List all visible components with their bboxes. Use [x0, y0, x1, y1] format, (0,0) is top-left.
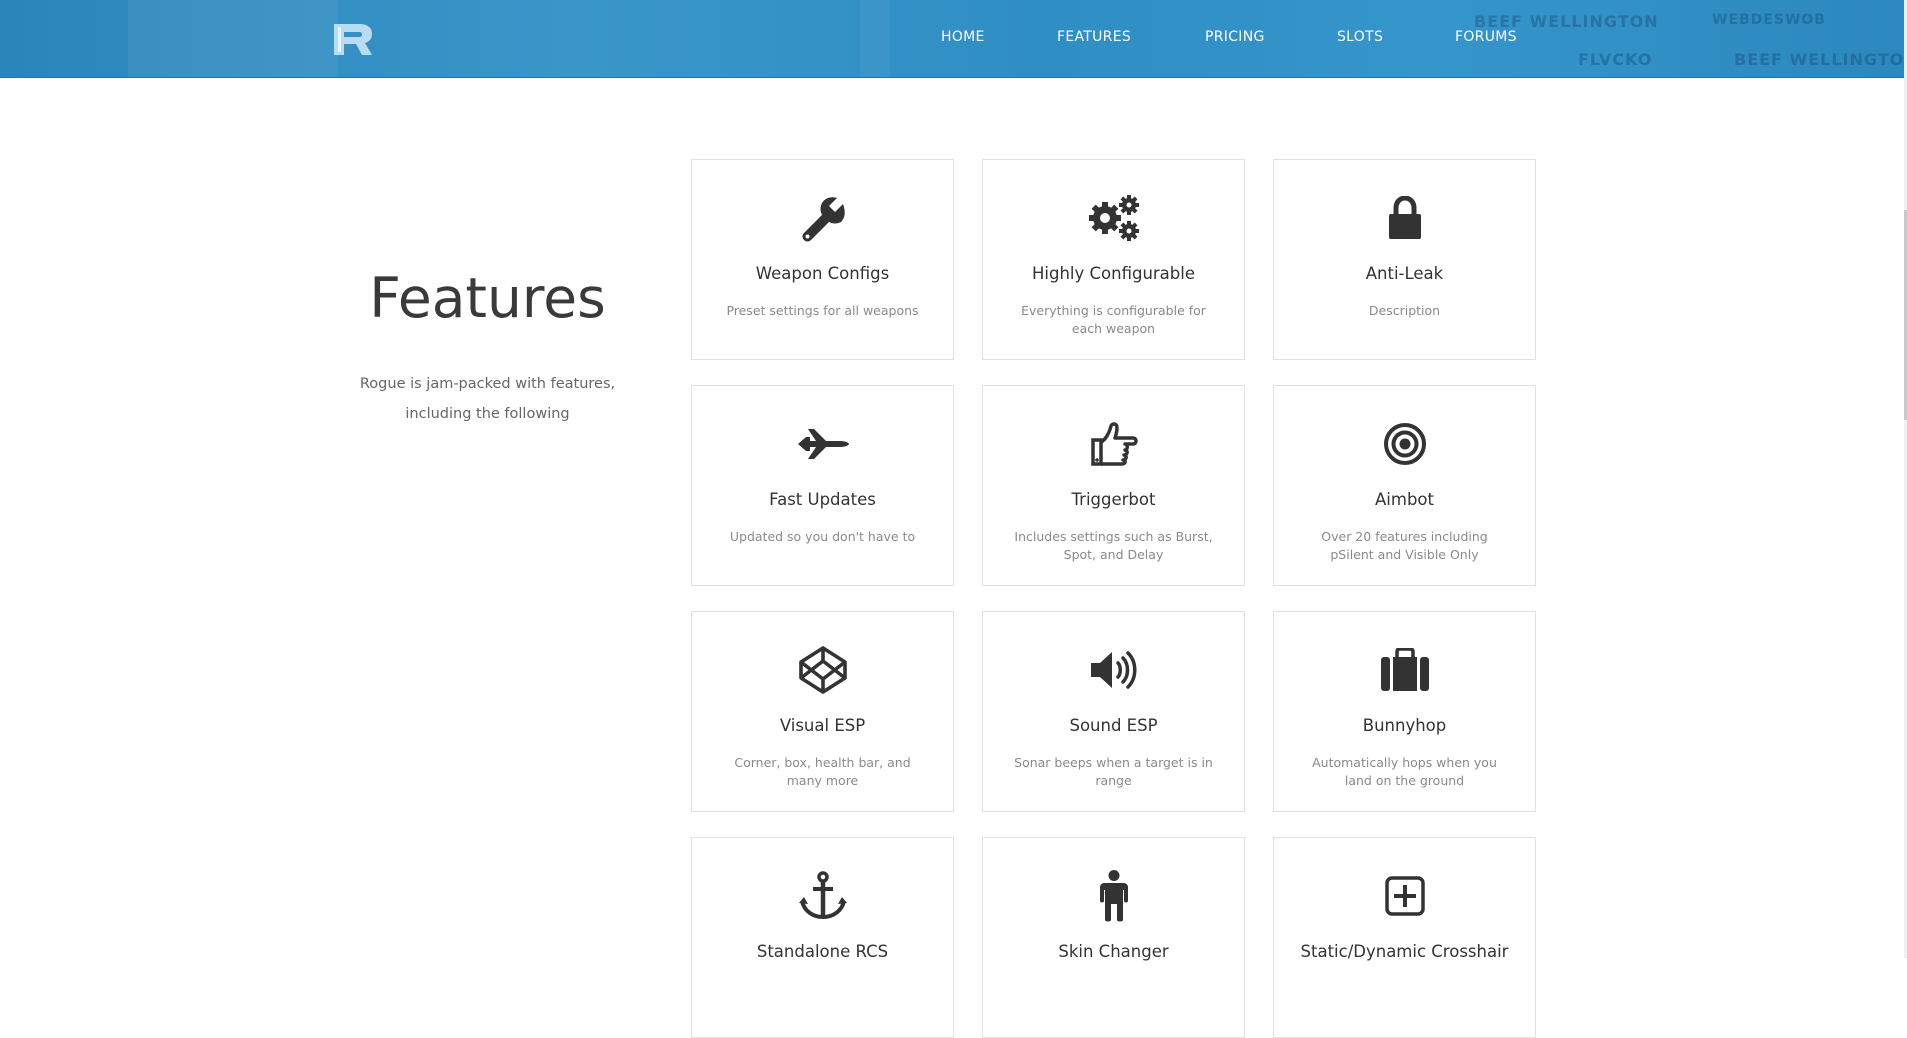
feature-description: Corner, box, health bar, and many more — [734, 755, 911, 788]
nav-menu: HOME FEATURES PRICING SLOTS FORUMS — [0, 0, 1904, 77]
nav-link-forums[interactable]: FORUMS — [1455, 29, 1517, 45]
fighter-jet-icon — [692, 418, 953, 470]
feature-description: Sonar beeps when a target is in range — [1014, 755, 1213, 788]
volume-icon — [983, 644, 1244, 696]
feature-title: Aimbot — [1375, 490, 1434, 509]
feature-card-weapon-configs: Weapon Configs Preset settings for all w… — [691, 159, 954, 360]
feature-card-visual-esp: Visual ESP Corner, box, health bar, and … — [691, 611, 954, 812]
plus-square-icon — [1274, 870, 1535, 922]
feature-description: Preset settings for all weapons — [726, 303, 919, 318]
features-heading: Features — [369, 266, 606, 330]
feature-description: Over 20 features including pSilent and V… — [1321, 529, 1488, 562]
suitcase-icon — [1274, 644, 1535, 696]
feature-title: Anti-Leak — [1365, 264, 1444, 283]
feature-title: Weapon Configs — [755, 264, 890, 283]
feature-description: Everything is configurable for each weap… — [1021, 303, 1206, 336]
feature-description: Description — [1368, 303, 1441, 318]
feature-description: Automatically hops when you land on the … — [1312, 755, 1497, 788]
feature-title: Static/Dynamic Crosshair — [1300, 942, 1509, 961]
feature-card-triggerbot: Triggerbot Includes settings such as Bur… — [982, 385, 1245, 586]
feature-description: Updated so you don't have to — [729, 529, 916, 544]
feature-card-skin-changer: Skin Changer — [982, 837, 1245, 1038]
feature-card-fast-updates: Fast Updates Updated so you don't have t… — [691, 385, 954, 586]
top-navbar: BEEF WELLINGTON WEBDESWOB FLVCKO BEEF WE… — [0, 0, 1904, 78]
feature-card-standalone-rcs: Standalone RCS — [691, 837, 954, 1038]
feature-title: Standalone RCS — [756, 942, 889, 961]
feature-card-sound-esp: Sound ESP Sonar beeps when a target is i… — [982, 611, 1245, 812]
feature-title: Sound ESP — [1069, 716, 1158, 735]
lock-icon — [1274, 192, 1535, 244]
feature-card-bunnyhop: Bunnyhop Automatically hops when you lan… — [1273, 611, 1536, 812]
feature-description: Includes settings such as Burst, Spot, a… — [1014, 529, 1213, 562]
feature-card-crosshair: Static/Dynamic Crosshair — [1273, 837, 1536, 1038]
feature-title: Visual ESP — [779, 716, 866, 735]
feature-title: Skin Changer — [1058, 942, 1169, 961]
nav-link-features[interactable]: FEATURES — [1057, 29, 1131, 45]
bullseye-icon — [1274, 418, 1535, 470]
anchor-icon — [692, 870, 953, 922]
nav-link-pricing[interactable]: PRICING — [1205, 29, 1265, 45]
feature-title: Highly Configurable — [1031, 264, 1196, 283]
feature-card-highly-configurable: Highly Configurable Everything is config… — [982, 159, 1245, 360]
features-intro-text: Rogue is jam-packed with features, inclu… — [359, 376, 616, 422]
hand-pointer-icon — [983, 418, 1244, 470]
feature-card-anti-leak: Anti-Leak Description — [1273, 159, 1536, 360]
codepen-icon — [692, 644, 953, 696]
feature-title: Fast Updates — [769, 490, 876, 509]
feature-title: Bunnyhop — [1362, 716, 1447, 735]
male-icon — [983, 870, 1244, 922]
gears-icon — [983, 192, 1244, 244]
feature-title: Triggerbot — [1071, 490, 1156, 509]
feature-card-aimbot: Aimbot Over 20 features including pSilen… — [1273, 385, 1536, 586]
nav-link-slots[interactable]: SLOTS — [1337, 29, 1383, 45]
wrench-icon — [692, 192, 953, 244]
nav-link-home[interactable]: HOME — [941, 29, 985, 45]
